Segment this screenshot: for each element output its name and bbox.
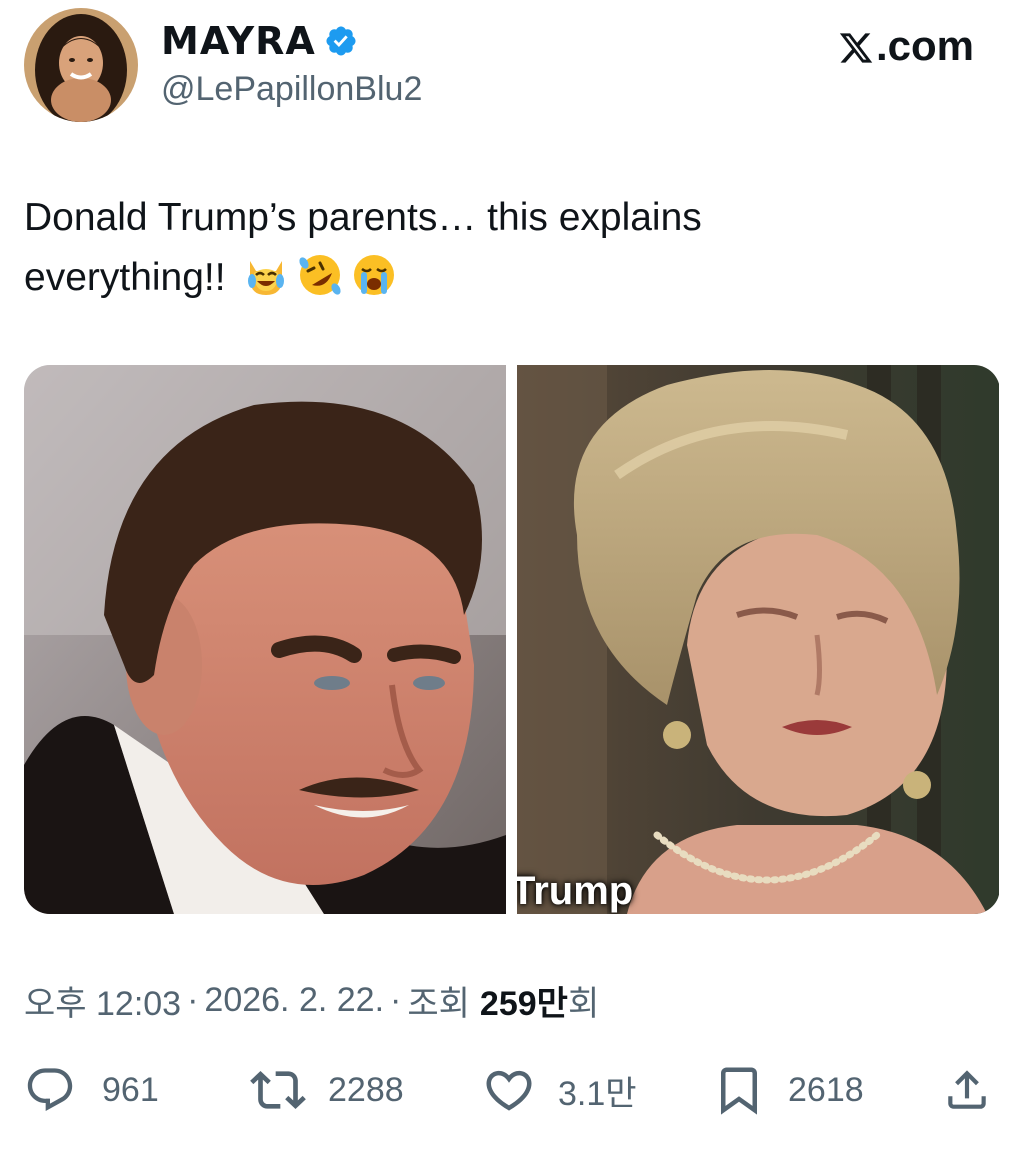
meta-separator: ·: [390, 981, 402, 1019]
bookmark-button[interactable]: 2618: [712, 1060, 864, 1120]
repost-button[interactable]: 2288: [250, 1060, 404, 1120]
views-label: 조회: [407, 985, 470, 1023]
reply-count: 961: [102, 1070, 159, 1109]
reply-button[interactable]: 961: [24, 1060, 159, 1120]
profile-photo: [24, 8, 138, 122]
author-avatar[interactable]: [24, 8, 138, 122]
rolling-on-floor-laughing-emoji-icon: [296, 251, 344, 299]
meta-separator: ·: [187, 981, 199, 1019]
site-label-text: .com: [875, 22, 974, 69]
x-logo-icon: [838, 28, 874, 64]
photo-caption: Trump: [517, 869, 634, 913]
tweet-meta: 오후 12:03 · 2026. 2. 22. · 조회 259만 회: [24, 976, 599, 1025]
repost-count: 2288: [328, 1070, 404, 1109]
photo-right[interactable]: Trump: [517, 365, 999, 914]
author-display-name[interactable]: MAYRA: [161, 19, 316, 63]
bookmark-count: 2618: [788, 1070, 864, 1109]
site-brand: .com: [838, 22, 974, 70]
tweet-date[interactable]: 2026. 2. 22.: [204, 981, 384, 1020]
bookmark-icon: [721, 1067, 757, 1115]
photo-woman-with-big-hair: [517, 365, 999, 914]
repost-icon: [250, 1071, 306, 1109]
media-grid[interactable]: Trump: [24, 365, 1000, 914]
tweet-text-line-1: Donald Trump’s parents… this explains: [24, 196, 702, 239]
reply-icon: [27, 1068, 73, 1112]
like-button[interactable]: 3.1만: [482, 1060, 637, 1120]
tweet-time[interactable]: 오후 12:03: [24, 976, 181, 1025]
photo-man-with-mustache: [24, 365, 506, 914]
cat-tears-of-joy-emoji-icon: [242, 251, 290, 299]
like-count: 3.1만: [558, 1074, 637, 1113]
tweet-text-line-2-text: everything!!: [24, 256, 226, 299]
tweet-header: MAYRA @LePapillonBlu2 .com: [24, 8, 1000, 128]
share-button[interactable]: [942, 1060, 992, 1120]
author-info: MAYRA @LePapillonBlu2: [161, 14, 422, 109]
action-bar: 961 2288 3.1만 2618: [24, 1060, 1000, 1120]
display-name-row: MAYRA: [161, 14, 422, 68]
views-suffix: 회: [567, 985, 600, 1023]
tweet-text: Donald Trump’s parents… this explains ev…: [24, 188, 984, 308]
author-handle[interactable]: @LePapillonBlu2: [161, 70, 422, 109]
verified-badge-icon: [324, 24, 358, 58]
photo-left[interactable]: [24, 365, 506, 914]
tweet-text-line-2: everything!!: [24, 248, 984, 308]
heart-icon: [486, 1070, 532, 1111]
views-count: 259만: [479, 985, 568, 1023]
loudly-crying-emoji-icon: [350, 251, 398, 299]
share-icon: [948, 1070, 986, 1109]
